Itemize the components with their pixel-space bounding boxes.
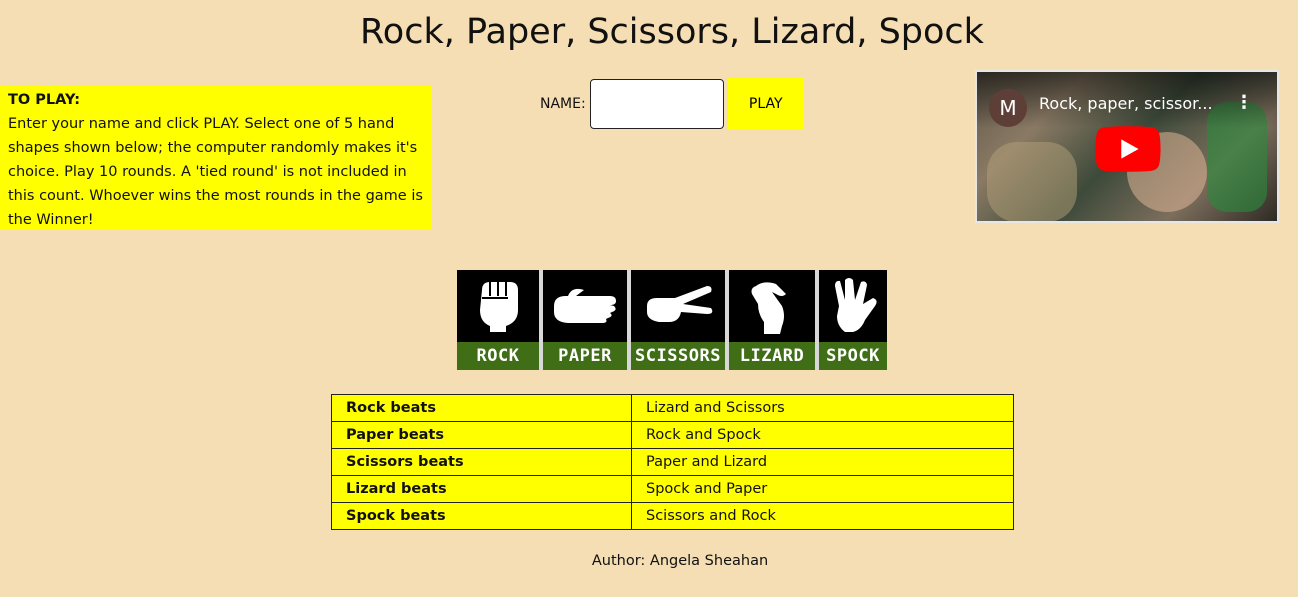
hand-shapes-strip: ROCK PAPER SCISSORS LIZARD SPOCK <box>457 270 887 370</box>
author-credit: Author: Angela Sheahan <box>591 553 769 569</box>
hand-label: ROCK <box>457 342 539 370</box>
spock-vulcan-salute-icon <box>835 278 877 332</box>
rule-losers: Lizard and Scissors <box>631 394 1014 422</box>
rule-losers: Rock and Spock <box>631 421 1014 449</box>
player-controls: NAME: PLAY <box>540 78 804 130</box>
hand-label: LIZARD <box>729 342 815 370</box>
rule-winner: Spock beats <box>331 502 632 530</box>
rule-losers: Paper and Lizard <box>631 448 1014 476</box>
play-button[interactable]: PLAY <box>727 78 804 130</box>
lizard-hand-icon <box>751 282 786 334</box>
table-row: Rock beats Lizard and Scissors <box>331 394 1014 422</box>
table-row: Paper beats Rock and Spock <box>331 421 1014 449</box>
channel-avatar[interactable]: M <box>989 89 1027 127</box>
rule-losers: Scissors and Rock <box>631 502 1014 530</box>
name-label: NAME: <box>540 96 586 112</box>
table-row: Lizard beats Spock and Paper <box>331 475 1014 503</box>
hand-paper[interactable]: PAPER <box>543 270 631 370</box>
hand-label: SPOCK <box>819 342 887 370</box>
rule-winner: Lizard beats <box>331 475 632 503</box>
instructions-body: Enter your name and click PLAY. Select o… <box>8 116 423 228</box>
rule-winner: Paper beats <box>331 421 632 449</box>
youtube-video-embed[interactable]: M Rock, paper, scissor... ⋮ <box>975 70 1279 223</box>
youtube-play-icon[interactable] <box>1094 126 1162 172</box>
rule-winner: Rock beats <box>331 394 632 422</box>
hand-spock[interactable]: SPOCK <box>819 270 887 370</box>
rock-fist-icon <box>480 282 518 332</box>
page-title: Rock, Paper, Scissors, Lizard, Spock <box>360 12 984 52</box>
rule-losers: Spock and Paper <box>631 475 1014 503</box>
table-row: Scissors beats Paper and Lizard <box>331 448 1014 476</box>
hand-label: PAPER <box>543 342 627 370</box>
more-options-icon[interactable]: ⋮ <box>1235 94 1253 112</box>
rule-winner: Scissors beats <box>331 448 632 476</box>
instructions-heading: TO PLAY: <box>8 92 81 108</box>
hand-rock[interactable]: ROCK <box>457 270 543 370</box>
paper-flat-hand-icon <box>554 288 616 323</box>
rules-table: Rock beats Lizard and Scissors Paper bea… <box>331 394 1014 530</box>
video-frame-figure <box>987 142 1077 221</box>
instructions-panel: TO PLAY: Enter your name and click PLAY.… <box>0 86 432 230</box>
page: Rock, Paper, Scissors, Lizard, Spock TO … <box>0 0 1298 597</box>
hand-scissors[interactable]: SCISSORS <box>631 270 729 370</box>
video-title[interactable]: Rock, paper, scissor... <box>1039 94 1213 113</box>
name-input[interactable] <box>589 79 724 129</box>
hand-label: SCISSORS <box>631 342 725 370</box>
scissors-hand-icon <box>647 286 713 322</box>
hand-lizard[interactable]: LIZARD <box>729 270 819 370</box>
table-row: Spock beats Scissors and Rock <box>331 502 1014 530</box>
